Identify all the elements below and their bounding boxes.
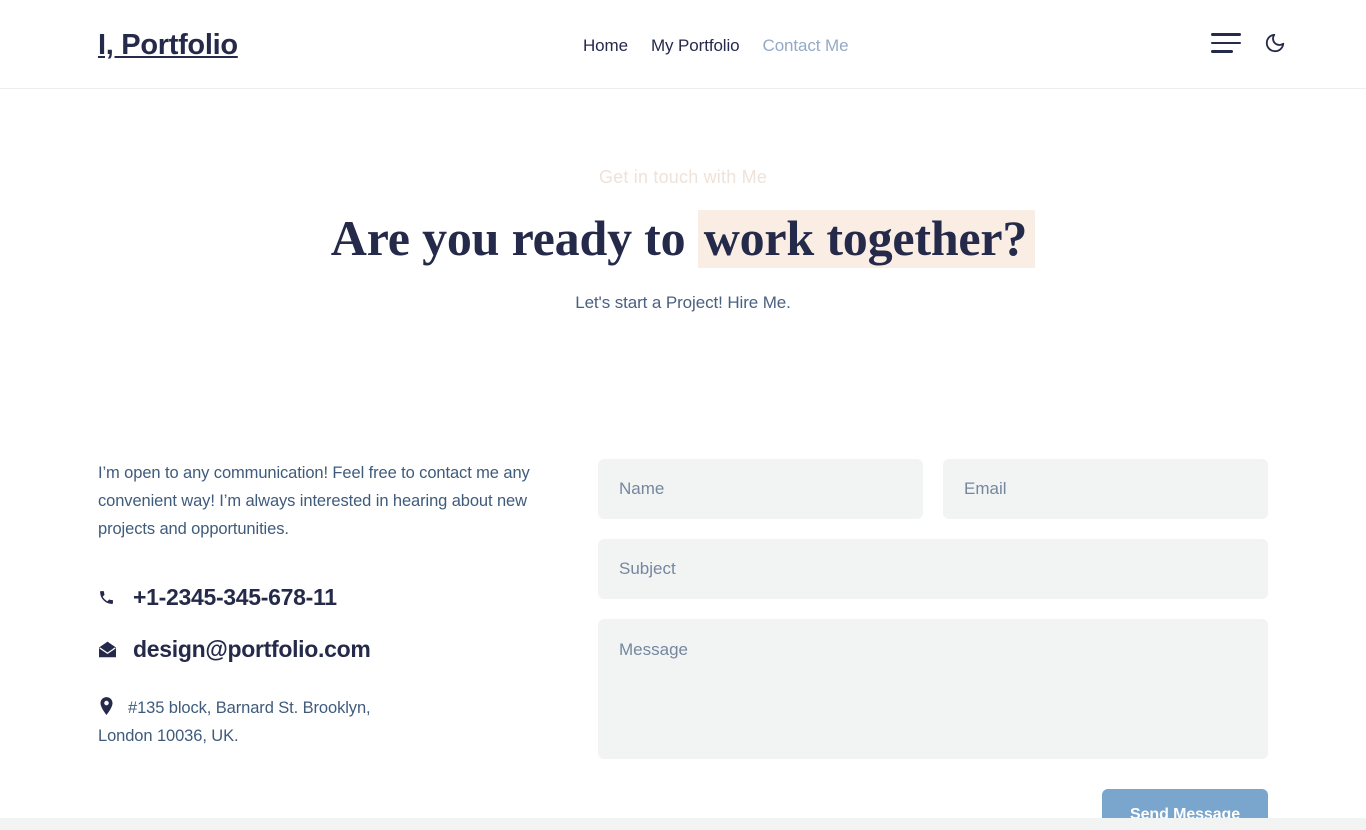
contact-email-value: design@portfolio.com [133, 636, 371, 662]
form-row-message [598, 619, 1268, 759]
contact-section: I’m open to any communication! Feel free… [98, 459, 1268, 830]
page-title-plain: Are you ready to [330, 210, 698, 266]
address-line-2: London 10036, UK. [98, 727, 239, 745]
contact-address-text: #135 block, Barnard St. Brooklyn, London… [98, 694, 458, 750]
subject-input[interactable] [598, 539, 1268, 599]
location-pin-icon [98, 694, 115, 715]
phone-icon [98, 589, 117, 606]
form-row-name-email [598, 459, 1268, 519]
contact-email-row[interactable]: design@portfolio.com [98, 634, 578, 664]
form-row-subject [598, 539, 1268, 599]
address-line-1: #135 block, Barnard St. Brooklyn, [128, 699, 371, 717]
page-subtitle: Let's start a Project! Hire Me. [575, 293, 791, 312]
header-tools [1211, 30, 1288, 56]
footer-strip [0, 818, 1366, 830]
main-navigation: Home My Portfolio Contact Me [583, 36, 849, 56]
message-textarea[interactable] [598, 619, 1268, 759]
contact-info-column: I’m open to any communication! Feel free… [98, 459, 598, 750]
envelope-icon [98, 641, 117, 658]
page-title: Are you ready to work together? [0, 207, 1366, 269]
nav-item-my-portfolio[interactable]: My Portfolio [651, 36, 740, 56]
contact-address-row: #135 block, Barnard St. Brooklyn, London… [98, 694, 578, 750]
site-header: I, Portfolio Home My Portfolio Contact M… [0, 0, 1366, 89]
nav-item-home[interactable]: Home [583, 36, 628, 56]
section-eyebrow: Get in touch with Me [598, 167, 768, 187]
hamburger-icon[interactable] [1211, 30, 1241, 56]
contact-form: Send Message [598, 459, 1268, 830]
contact-page: Get in touch with Me Are you ready to wo… [0, 89, 1366, 830]
moon-icon[interactable] [1262, 30, 1288, 56]
name-input[interactable] [598, 459, 923, 519]
contact-details-list: +1-2345-345-678-11 design@portfolio.com [98, 582, 578, 664]
contact-intro-text: I’m open to any communication! Feel free… [98, 464, 530, 538]
contact-phone-value: +1-2345-345-678-11 [133, 584, 337, 610]
brand-logo[interactable]: I, Portfolio [98, 26, 238, 64]
contact-phone-row[interactable]: +1-2345-345-678-11 [98, 582, 578, 612]
hamburger-line-3 [1211, 50, 1233, 53]
page-title-highlight: work together? [697, 210, 1036, 268]
page-intro: Get in touch with Me Are you ready to wo… [0, 89, 1366, 315]
nav-item-contact-me[interactable]: Contact Me [763, 36, 849, 56]
hamburger-line-2 [1211, 41, 1241, 45]
email-input[interactable] [943, 459, 1268, 519]
hamburger-line-1 [1211, 33, 1241, 36]
